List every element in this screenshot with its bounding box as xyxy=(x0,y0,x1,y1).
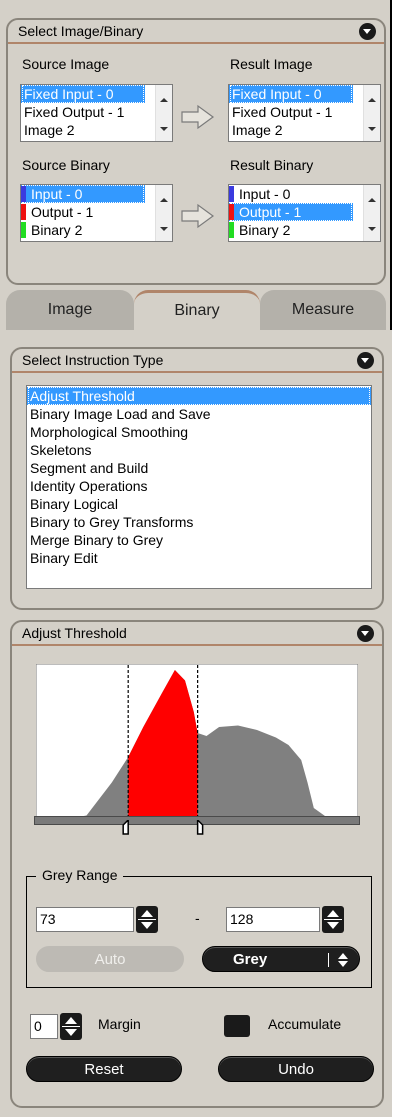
spin-down-icon[interactable] xyxy=(141,922,153,929)
color-swatch xyxy=(229,222,234,238)
slider-low-handle[interactable] xyxy=(122,820,129,835)
color-swatch xyxy=(21,204,26,220)
accumulate-label: Accumulate xyxy=(268,1016,342,1032)
scroll-down-icon[interactable] xyxy=(160,127,168,131)
list-item[interactable]: Binary to Grey Transforms xyxy=(27,513,371,531)
panel-title: Select Instruction Type xyxy=(22,352,164,368)
scrollbar[interactable] xyxy=(363,185,380,241)
result-binary-label: Result Binary xyxy=(230,157,314,173)
list-item[interactable]: Binary 2 xyxy=(21,221,172,239)
threshold-slider-handles[interactable] xyxy=(34,820,360,842)
list-item[interactable]: Input - 0 xyxy=(229,185,380,203)
list-item[interactable]: Input - 0 xyxy=(21,185,145,203)
slider-high-handle[interactable] xyxy=(196,820,204,835)
spin-down-icon[interactable] xyxy=(327,922,339,929)
spin-up-icon[interactable] xyxy=(65,1017,77,1024)
select-image-binary-panel: Select Image/Binary Source Image Result … xyxy=(6,18,386,285)
list-item[interactable]: Output - 1 xyxy=(21,203,172,221)
scrollbar[interactable] xyxy=(363,85,380,141)
collapse-icon[interactable] xyxy=(359,23,376,40)
dropdown-value: Grey xyxy=(233,951,268,968)
list-item[interactable]: Binary 2 xyxy=(229,221,380,239)
auto-button[interactable]: Auto xyxy=(36,946,184,972)
list-item[interactable]: Binary Image Load and Save xyxy=(27,405,371,423)
tab-image[interactable]: Image xyxy=(6,290,134,330)
scroll-down-icon[interactable] xyxy=(368,227,376,231)
spinner-divider xyxy=(138,919,156,920)
color-swatch xyxy=(21,222,26,238)
list-item[interactable]: Adjust Threshold xyxy=(27,387,371,405)
spinner-divider xyxy=(62,1026,80,1027)
grey-low-input[interactable]: 73 xyxy=(36,907,134,932)
source-image-label: Source Image xyxy=(22,56,110,72)
scroll-up-icon[interactable] xyxy=(160,198,168,202)
collapse-icon[interactable] xyxy=(357,352,374,369)
panel-header[interactable]: Adjust Threshold xyxy=(12,622,382,646)
scroll-down-icon[interactable] xyxy=(368,127,376,131)
result-image-label: Result Image xyxy=(230,56,313,72)
scroll-up-icon[interactable] xyxy=(368,198,376,202)
result-image-list[interactable]: Fixed Input - 0 Fixed Output - 1 Image 2 xyxy=(228,84,381,142)
list-item[interactable]: Binary Edit xyxy=(27,549,371,567)
list-item[interactable]: Segment and Build xyxy=(27,459,371,477)
list-item[interactable]: Fixed Input - 0 xyxy=(229,85,353,103)
margin-input[interactable]: 0 xyxy=(30,1014,58,1039)
histogram-chart[interactable] xyxy=(36,664,358,820)
grey-high-spinner[interactable] xyxy=(322,906,344,933)
tab-measure[interactable]: Measure xyxy=(260,290,386,330)
margin-label: Margin xyxy=(98,1016,141,1032)
margin-spinner[interactable] xyxy=(60,1013,82,1040)
scrollbar[interactable] xyxy=(155,85,172,141)
arrow-right-icon xyxy=(181,104,215,130)
panel-header[interactable]: Select Image/Binary xyxy=(8,20,384,44)
list-item[interactable]: Fixed Output - 1 xyxy=(229,103,380,121)
list-item[interactable]: Fixed Output - 1 xyxy=(21,103,172,121)
list-item[interactable]: Binary Logical xyxy=(27,495,371,513)
list-item[interactable]: Identity Operations xyxy=(27,477,371,495)
spin-up-icon[interactable] xyxy=(327,910,339,917)
up-down-arrows-icon xyxy=(338,953,348,967)
instruction-panel-window: Select Image/Binary Source Image Result … xyxy=(0,0,392,1117)
undo-button[interactable]: Undo xyxy=(218,1056,374,1082)
list-item[interactable]: Morphological Smoothing xyxy=(27,423,371,441)
source-image-list[interactable]: Fixed Input - 0 Fixed Output - 1 Image 2 xyxy=(20,84,173,142)
arrow-right-icon xyxy=(181,203,215,229)
scroll-up-icon[interactable] xyxy=(368,98,376,102)
grey-high-input[interactable]: 128 xyxy=(226,907,320,932)
adjust-threshold-panel: Adjust Threshold Grey Range 73 - 128 Aut… xyxy=(10,620,384,1108)
color-swatch xyxy=(21,186,26,202)
spinner-divider xyxy=(324,919,342,920)
grey-range-label: Grey Range xyxy=(36,867,124,883)
scroll-up-icon[interactable] xyxy=(160,98,168,102)
panel-title: Adjust Threshold xyxy=(22,625,127,641)
color-swatch xyxy=(229,204,234,220)
list-item[interactable]: Image 2 xyxy=(229,121,380,139)
color-swatch xyxy=(229,186,234,202)
panel-title: Select Image/Binary xyxy=(18,23,144,39)
list-item[interactable]: Fixed Input - 0 xyxy=(21,85,145,103)
panel-header[interactable]: Select Instruction Type xyxy=(12,349,382,373)
list-item[interactable]: Output - 1 xyxy=(229,203,353,221)
reset-button[interactable]: Reset xyxy=(26,1056,182,1082)
tab-binary[interactable]: Binary xyxy=(134,290,260,330)
list-item[interactable]: Skeletons xyxy=(27,441,371,459)
range-separator: - xyxy=(195,910,200,926)
accumulate-checkbox[interactable] xyxy=(224,1015,250,1037)
grey-mode-dropdown[interactable]: Grey xyxy=(202,946,360,972)
spin-down-icon[interactable] xyxy=(65,1029,77,1036)
scrollbar[interactable] xyxy=(155,185,172,241)
result-binary-list[interactable]: Input - 0 Output - 1 Binary 2 xyxy=(228,184,381,242)
scroll-down-icon[interactable] xyxy=(160,227,168,231)
list-item[interactable]: Image 2 xyxy=(21,121,172,139)
dropdown-divider xyxy=(328,953,329,967)
source-binary-label: Source Binary xyxy=(22,157,110,173)
grey-low-spinner[interactable] xyxy=(136,906,158,933)
collapse-icon[interactable] xyxy=(357,625,374,642)
source-binary-list[interactable]: Input - 0 Output - 1 Binary 2 xyxy=(20,184,173,242)
instruction-type-list[interactable]: Adjust Threshold Binary Image Load and S… xyxy=(26,385,372,589)
spin-up-icon[interactable] xyxy=(141,910,153,917)
select-instruction-type-panel: Select Instruction Type Adjust Threshold… xyxy=(10,347,384,610)
list-item[interactable]: Merge Binary to Grey xyxy=(27,531,371,549)
